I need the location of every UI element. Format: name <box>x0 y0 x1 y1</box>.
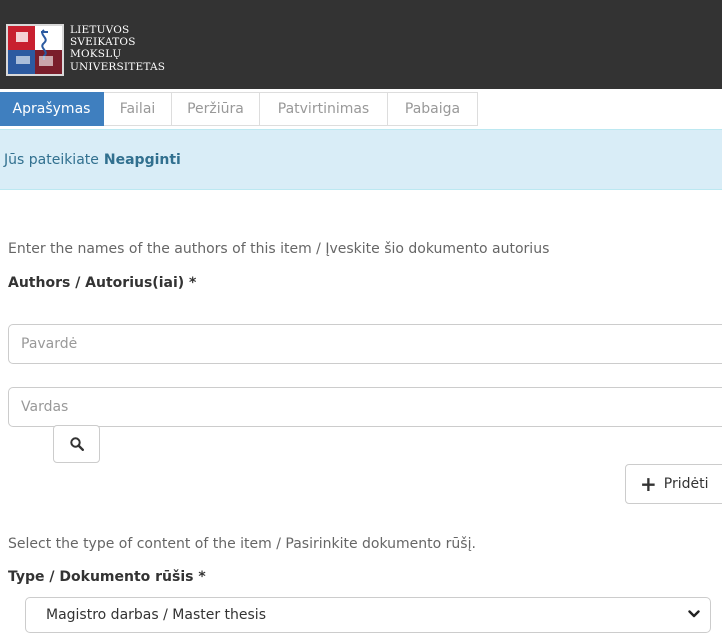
chevron-down-icon <box>688 610 700 618</box>
tab-failai[interactable]: Failai <box>104 92 172 126</box>
first-name-input[interactable] <box>8 387 722 427</box>
authors-hint: Enter the names of the authors of this i… <box>8 241 550 257</box>
tab-pabaiga[interactable]: Pabaiga <box>388 92 478 126</box>
logo-emblem <box>6 24 64 76</box>
tab-aprasymas[interactable]: Aprašymas <box>0 92 104 126</box>
logo-line: SVEIKATOS <box>70 36 136 49</box>
emblem-icon <box>16 29 53 66</box>
logo-line: UNIVERSITETAS <box>70 60 166 73</box>
collection-name: Neapginti <box>103 151 181 168</box>
tab-patvirtinimas[interactable]: Patvirtinimas <box>260 92 388 126</box>
logo-text: LIETUVOS SVEIKATOS MOKSLŲ UNIVERSITETAS <box>70 24 165 73</box>
document-type-select[interactable]: Magistro darbas / Master thesis <box>25 597 711 633</box>
logo-line: LIETUVOS <box>70 24 130 36</box>
add-author-button[interactable]: + Pridėti <box>625 464 722 504</box>
site-header: LIETUVOS SVEIKATOS MOKSLŲ UNIVERSITETAS <box>0 0 722 89</box>
search-icon <box>69 437 84 451</box>
type-hint: Select the type of content of the item /… <box>8 536 476 552</box>
tab-perziura[interactable]: Peržiūra <box>172 92 260 126</box>
authors-label: Authors / Autorius(iai) * <box>8 275 197 291</box>
author-lookup-button[interactable] <box>53 425 100 463</box>
last-name-input[interactable] <box>8 324 722 364</box>
add-button-label: Pridėti <box>663 476 709 492</box>
selected-type: Magistro darbas / Master thesis <box>46 607 266 623</box>
submission-steps: Aprašymas Failai Peržiūra Patvirtinimas … <box>0 92 478 128</box>
alert-prefix: Jūs pateikiate <box>4 151 99 168</box>
type-label: Type / Dokumento rūšis * <box>8 569 206 585</box>
logo-line: MOKSLŲ <box>70 48 122 61</box>
university-logo[interactable]: LIETUVOS SVEIKATOS MOKSLŲ UNIVERSITETAS <box>4 10 184 86</box>
collection-alert: Jūs pateikiate Neapginti <box>0 129 722 190</box>
plus-icon: + <box>640 472 657 496</box>
